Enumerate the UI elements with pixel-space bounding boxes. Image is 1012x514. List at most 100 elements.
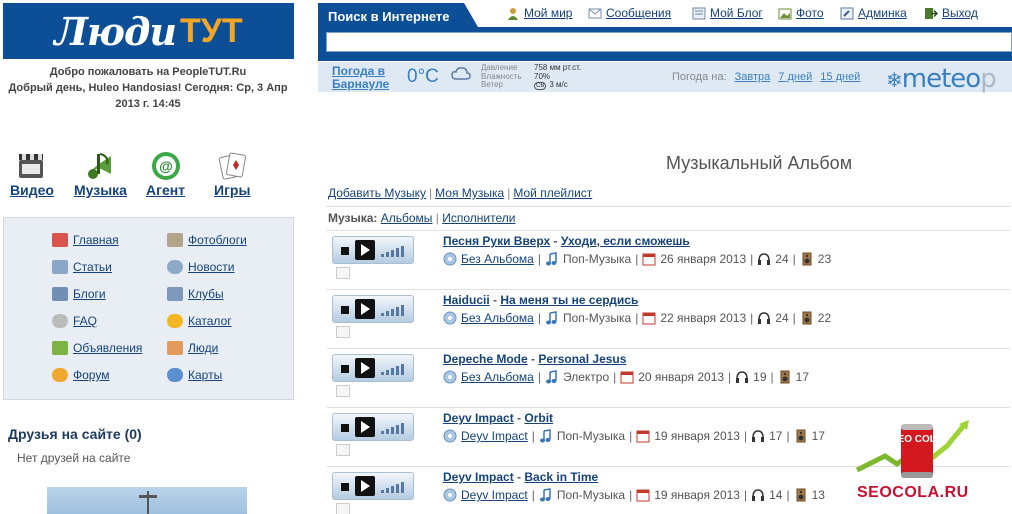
- play-icon[interactable]: [355, 358, 375, 378]
- track-checkbox[interactable]: [336, 503, 350, 514]
- headphones-icon: [757, 252, 771, 266]
- track-album-link[interactable]: Без Альбома: [461, 311, 534, 325]
- menu-item-forum[interactable]: Форум: [52, 368, 109, 382]
- play-icon[interactable]: [355, 417, 375, 437]
- nav-admin[interactable]: Админка: [840, 6, 907, 20]
- my-music-link[interactable]: Моя Музыка: [435, 186, 504, 200]
- forecast-tomorrow-link[interactable]: Завтра: [735, 71, 771, 83]
- track-song-link[interactable]: Уходи, если сможешь: [561, 234, 690, 248]
- search-input[interactable]: [326, 32, 1012, 52]
- seocola-watermark: SEO COLA SEOCOLA.RU: [855, 418, 977, 514]
- volume-icon[interactable]: [381, 304, 409, 316]
- track-checkbox[interactable]: [336, 444, 350, 456]
- menu-item-home[interactable]: Главная: [52, 233, 119, 247]
- disc-icon: [443, 311, 457, 325]
- track-row: Haiducii - На меня ты не сердись Без Аль…: [327, 289, 1010, 347]
- track-album-link[interactable]: Без Альбома: [461, 252, 534, 266]
- play-icon[interactable]: [355, 299, 375, 319]
- menu-item-articles[interactable]: Статьи: [52, 260, 112, 274]
- track-downloads: 23: [817, 252, 832, 266]
- meteo-logo[interactable]: ❄meteop: [886, 64, 997, 94]
- nav-my-blog[interactable]: Мой Блог: [692, 6, 763, 20]
- menu-item-faq[interactable]: FAQ: [52, 314, 97, 328]
- filter-albums-link[interactable]: Альбомы: [381, 211, 433, 225]
- menu-item-people[interactable]: Люди: [167, 341, 218, 355]
- audio-player[interactable]: [332, 472, 414, 500]
- seocola-can-icon: SEO COLA: [855, 420, 969, 478]
- track-artist-link[interactable]: Песня Руки Вверх: [443, 234, 550, 248]
- track-title: Haiducii - На меня ты не сердись: [443, 293, 639, 307]
- track-meta: Deyv Impact | Поп-Музыка | 19 января 201…: [443, 429, 825, 443]
- forecast-7days-link[interactable]: 7 дней: [778, 71, 812, 83]
- weather-values: 758 мм рт.ст. 70% СВ 3 м/с: [534, 63, 581, 91]
- volume-icon[interactable]: [381, 245, 409, 257]
- maps-icon: [167, 368, 183, 382]
- track-artist-link[interactable]: Haiducii: [443, 293, 490, 307]
- nav-messages[interactable]: Сообщения: [588, 6, 671, 20]
- nav-logout[interactable]: Выход: [924, 6, 978, 20]
- track-artist-link[interactable]: Depeche Mode: [443, 352, 528, 366]
- stop-icon[interactable]: [341, 424, 349, 432]
- audio-player[interactable]: [332, 354, 414, 382]
- forecast-15days-link[interactable]: 15 дней: [820, 71, 860, 83]
- menu-item-maps[interactable]: Карты: [167, 368, 222, 382]
- weather-widget: Погода в Барнауле 0°C Давление Влажность…: [318, 62, 1012, 94]
- menu-item-photoblogs[interactable]: Фотоблоги: [167, 233, 247, 247]
- menu-item-news[interactable]: Новости: [167, 260, 234, 274]
- wind-direction: СВ: [534, 82, 547, 90]
- quicklink-agent[interactable]: @ Агент: [146, 150, 185, 198]
- user-nav: Мой мир Сообщения Мой Блог Фото Админка …: [464, 3, 1012, 27]
- clubs-icon: [167, 287, 183, 301]
- user-icon: [506, 7, 520, 20]
- volume-icon[interactable]: [381, 363, 409, 375]
- filter-artists-link[interactable]: Исполнители: [442, 211, 515, 225]
- nav-photo[interactable]: Фото: [778, 6, 824, 20]
- note-icon: [545, 311, 559, 325]
- stop-icon[interactable]: [341, 483, 349, 491]
- track-checkbox[interactable]: [336, 326, 350, 338]
- track-genre: Поп-Музыка: [562, 252, 632, 266]
- track-checkbox[interactable]: [336, 267, 350, 279]
- track-artist-link[interactable]: Deyv Impact: [443, 411, 514, 425]
- play-icon[interactable]: [355, 240, 375, 260]
- play-icon[interactable]: [355, 476, 375, 496]
- my-playlist-link[interactable]: Мой плейлист: [513, 186, 592, 200]
- logout-icon: [924, 7, 939, 20]
- menu-item-catalog[interactable]: Каталог: [167, 314, 232, 328]
- welcome-message: Добро пожаловать на PeopleTUT.Ru Добрый …: [0, 64, 296, 112]
- menu-item-catalog-label: Каталог: [188, 314, 232, 328]
- audio-player[interactable]: [332, 295, 414, 323]
- add-music-link[interactable]: Добавить Музыку: [328, 186, 426, 200]
- track-artist-link[interactable]: Deyv Impact: [443, 470, 514, 484]
- menu-item-ads[interactable]: Объявления: [52, 341, 142, 355]
- stop-icon[interactable]: [341, 306, 349, 314]
- headphones-icon: [751, 429, 765, 443]
- track-song-link[interactable]: Orbit: [524, 411, 553, 425]
- track-song-link[interactable]: На меня ты не сердись: [500, 293, 638, 307]
- quicklink-music[interactable]: Музыка: [74, 150, 127, 198]
- menu-item-blogs[interactable]: Блоги: [52, 287, 106, 301]
- site-logo[interactable]: Люди ТУТ: [3, 3, 294, 59]
- track-checkbox[interactable]: [336, 385, 350, 397]
- stop-icon[interactable]: [341, 247, 349, 255]
- track-album-link[interactable]: Deyv Impact: [461, 488, 528, 502]
- quicklink-video[interactable]: Видео: [10, 150, 54, 198]
- speaker-icon: [800, 311, 814, 325]
- audio-player[interactable]: [332, 413, 414, 441]
- track-song-link[interactable]: Back in Time: [524, 470, 598, 484]
- home-icon: [52, 233, 68, 247]
- volume-icon[interactable]: [381, 481, 409, 493]
- volume-icon[interactable]: [381, 422, 409, 434]
- menu-item-news-label: Новости: [188, 260, 235, 274]
- track-title: Deyv Impact - Back in Time: [443, 470, 599, 484]
- track-album-link[interactable]: Без Альбома: [461, 370, 534, 384]
- stop-icon[interactable]: [341, 365, 349, 373]
- audio-player[interactable]: [332, 236, 414, 264]
- menu-item-clubs[interactable]: Клубы: [167, 287, 224, 301]
- track-song-link[interactable]: Personal Jesus: [538, 352, 626, 366]
- track-album-link[interactable]: Deyv Impact: [461, 429, 528, 443]
- weather-city[interactable]: Погода в Барнауле: [332, 65, 389, 91]
- forum-icon: [52, 368, 68, 382]
- nav-my-world[interactable]: Мой мир: [506, 6, 572, 20]
- quicklink-games[interactable]: Игры: [214, 150, 250, 198]
